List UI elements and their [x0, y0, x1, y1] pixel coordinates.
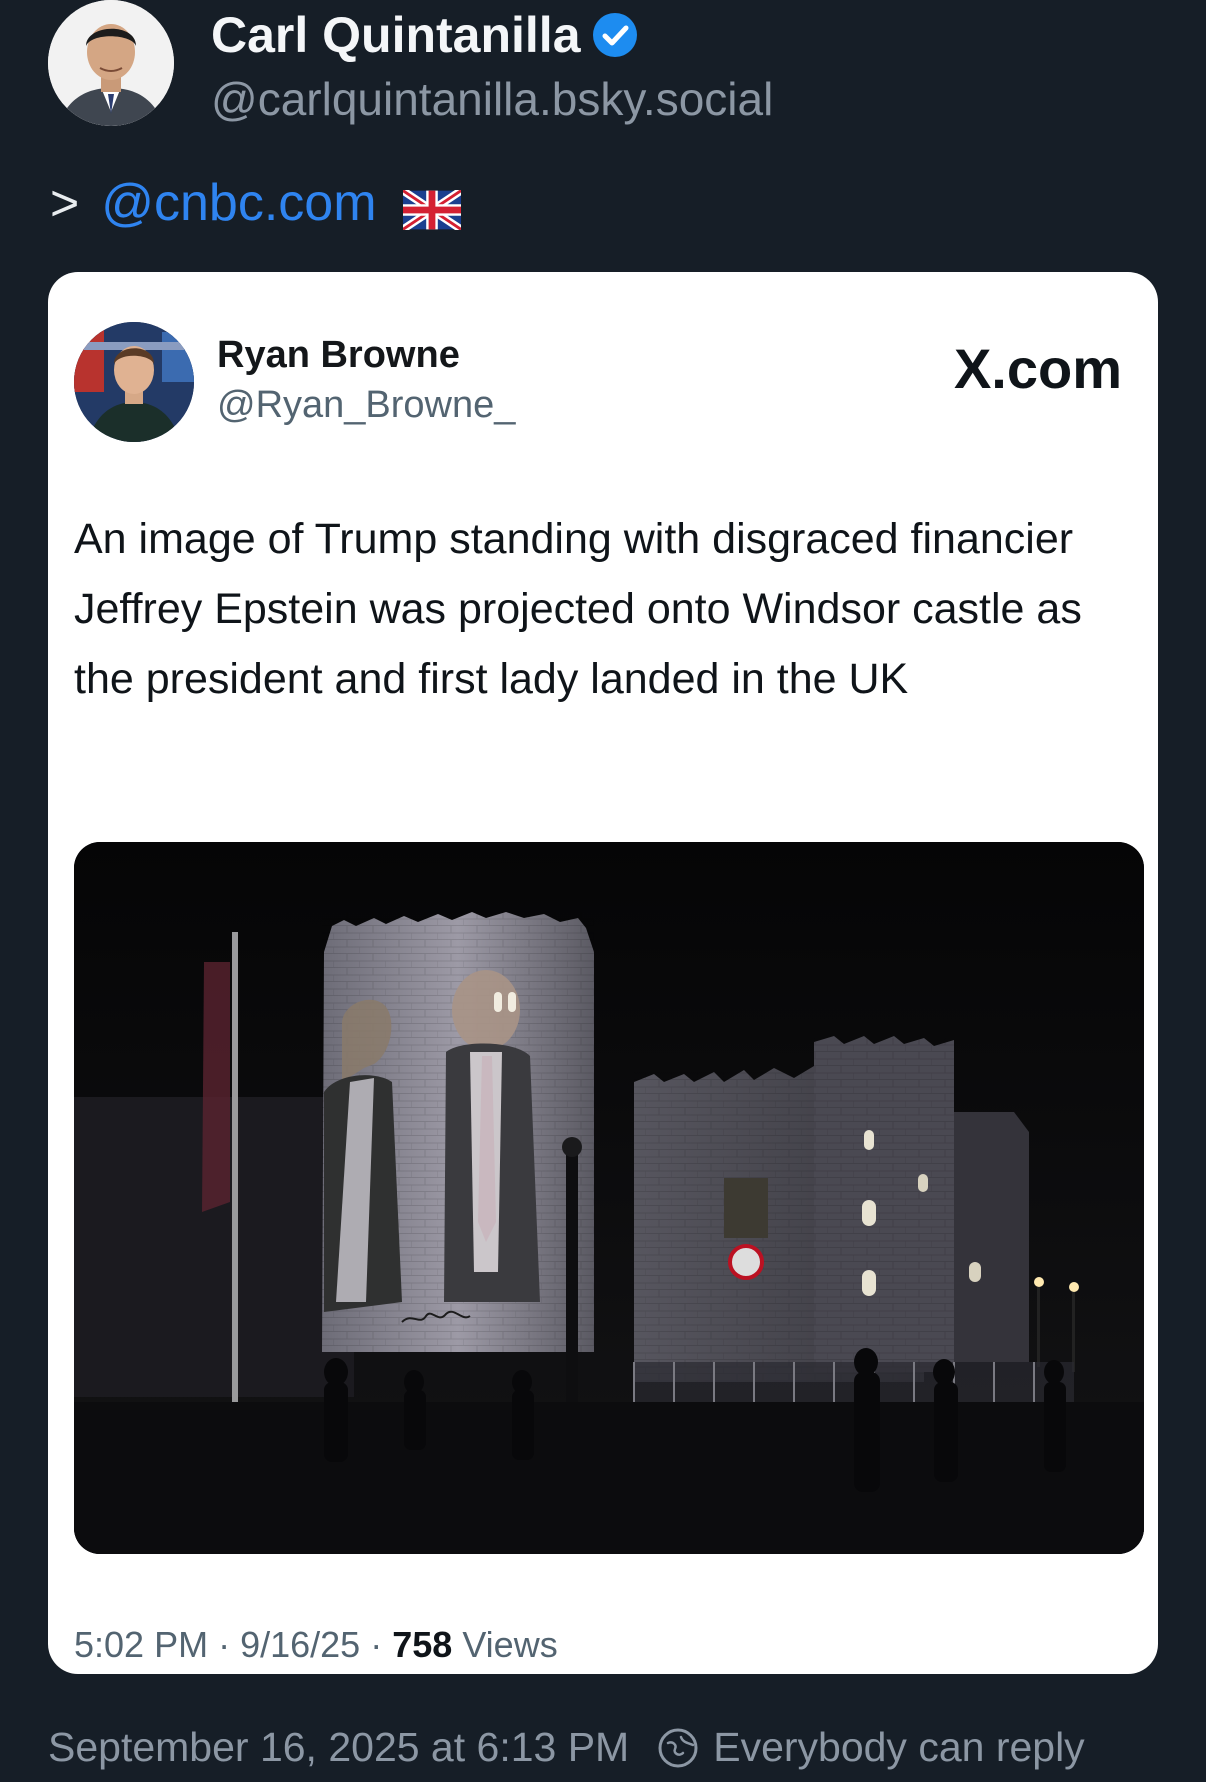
reply-settings-icon	[657, 1727, 699, 1769]
author-name-text[interactable]: Carl Quintanilla	[211, 6, 581, 64]
meta-separator: ·	[370, 1624, 393, 1665]
uk-flag-icon	[400, 183, 463, 233]
x-com-logo: X.com	[953, 337, 1122, 400]
verified-badge-icon	[591, 11, 639, 59]
author-avatar[interactable]	[48, 0, 174, 126]
embedded-author-avatar	[74, 322, 194, 442]
tweet-date: 9/16/25	[240, 1624, 361, 1665]
embedded-author-name: Ryan Browne	[217, 334, 460, 376]
post-text: > @cnbc.com	[50, 173, 463, 233]
post-timestamp[interactable]: September 16, 2025 at 6:13 PM	[48, 1724, 629, 1771]
mention-link[interactable]: @cnbc.com	[101, 173, 376, 233]
embedded-tweet-text: An image of Trump standing with disgrace…	[74, 515, 1082, 703]
tweet-time: 5:02 PM	[74, 1624, 209, 1665]
embedded-tweet-meta: 5:02 PM · 9/16/25 · 758 Views	[74, 1624, 558, 1666]
meta-separator: ·	[218, 1624, 241, 1665]
author-handle[interactable]: @carlquintanilla.bsky.social	[211, 72, 773, 126]
author-name[interactable]: Carl Quintanilla	[211, 6, 639, 64]
reply-setting-label[interactable]: Everybody can reply	[713, 1724, 1084, 1771]
embedded-author-handle: @Ryan_Browne_	[217, 384, 516, 426]
quote-prefix: >	[50, 175, 80, 231]
views-label: Views	[462, 1624, 558, 1665]
windsor-castle-photo[interactable]	[74, 842, 1144, 1554]
views-count: 758	[392, 1624, 463, 1665]
embedded-tweet-card[interactable]: Ryan Browne @Ryan_Browne_ X.com An image…	[48, 272, 1158, 1674]
post-footer: September 16, 2025 at 6:13 PM Everybody …	[48, 1724, 1085, 1771]
